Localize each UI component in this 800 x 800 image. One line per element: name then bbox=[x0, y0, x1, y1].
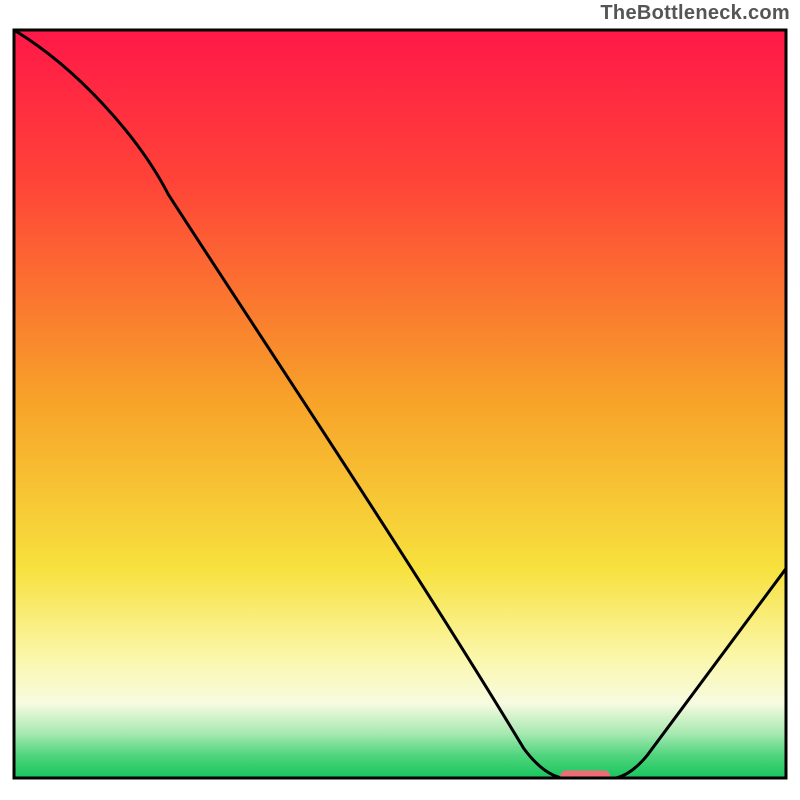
watermark-text: TheBottleneck.com bbox=[600, 2, 790, 25]
bottleneck-chart bbox=[0, 0, 800, 800]
gradient-background bbox=[14, 30, 786, 778]
chart-container: TheBottleneck.com bbox=[0, 0, 800, 800]
